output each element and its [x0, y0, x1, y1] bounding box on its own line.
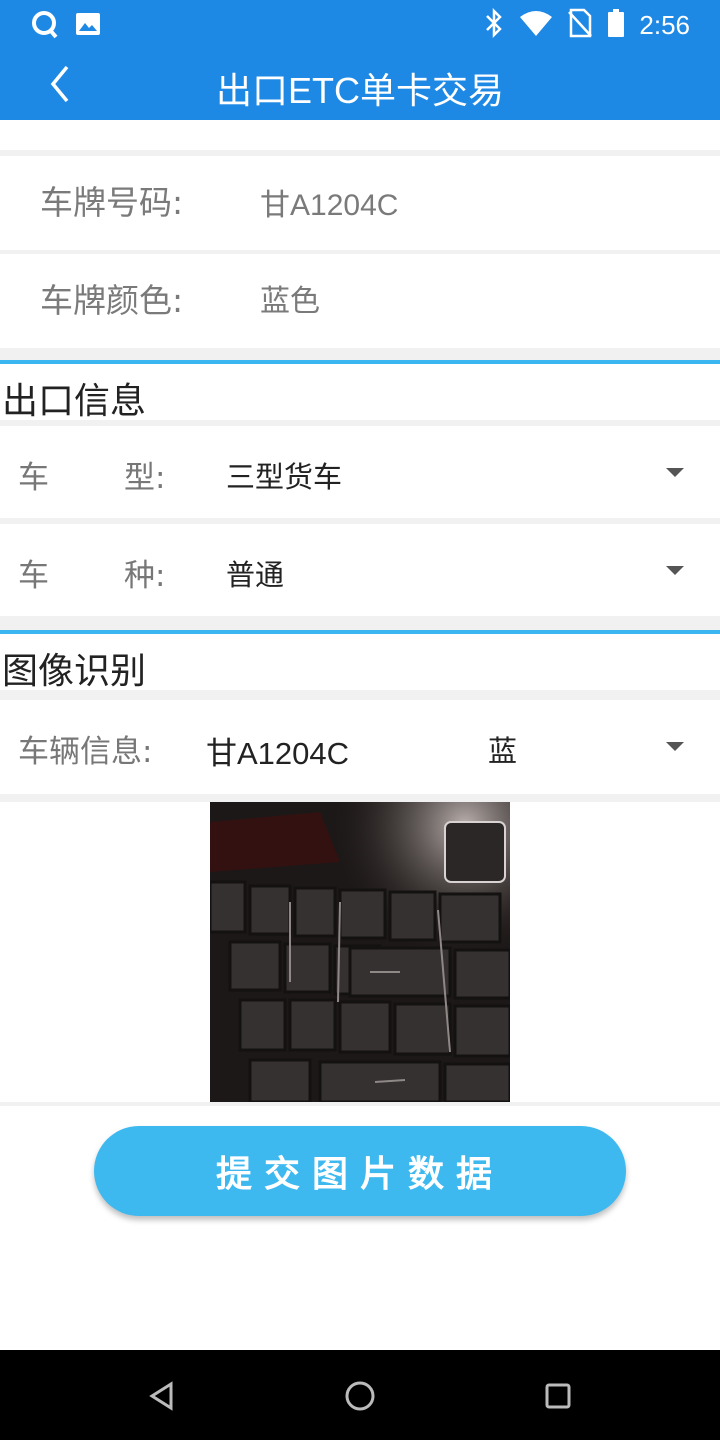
battery-icon: [607, 8, 625, 42]
vehicle-type-label-b: 型:: [124, 460, 166, 496]
divider: [0, 690, 720, 700]
submit-image-data-button[interactable]: 提交图片数据: [94, 1126, 626, 1216]
nav-recents-button[interactable]: [534, 1372, 582, 1420]
vehicle-type-value: 三型货车: [226, 460, 343, 494]
image-icon: [74, 10, 102, 44]
vehicle-type-label-a: 车: [18, 460, 49, 496]
recognized-plate: 甘A1204C: [206, 736, 350, 771]
dropdown-arrow-icon: [666, 742, 684, 751]
dropdown-arrow-icon: [666, 566, 684, 575]
section-divider: [0, 630, 720, 634]
recents-square-icon: [545, 1383, 571, 1409]
bluetooth-icon: [483, 7, 505, 42]
plate-color-value: 蓝色: [260, 285, 320, 318]
nav-home-button[interactable]: [336, 1372, 384, 1420]
vehicle-type-select[interactable]: 车 型: 三型货车: [0, 426, 720, 518]
exit-info-title: 出口信息: [2, 381, 147, 422]
nav-back-button[interactable]: [138, 1372, 186, 1420]
dropdown-arrow-icon: [666, 468, 684, 477]
status-bar: 2:56: [0, 0, 720, 48]
section-divider: [0, 360, 720, 364]
no-sim-icon: [567, 8, 593, 42]
recognized-color: 蓝: [488, 734, 518, 768]
vehicle-kind-value: 普通: [226, 558, 285, 592]
home-circle-icon: [345, 1381, 375, 1411]
vehicle-info-select[interactable]: 车辆信息: 甘A1204C 蓝: [0, 700, 720, 794]
vehicle-kind-label-b: 种:: [124, 558, 166, 594]
vehicle-kind-label-a: 车: [18, 558, 49, 594]
page-title: 出口ETC单卡交易: [215, 70, 504, 111]
plate-number-label: 车牌号码:: [40, 183, 184, 222]
wifi-icon: [519, 9, 553, 41]
vehicle-info-label: 车辆信息:: [18, 734, 153, 770]
app-bar: 出口ETC单卡交易: [0, 48, 720, 120]
divider: [0, 120, 720, 154]
divider: [0, 348, 720, 360]
qq-icon: [30, 10, 60, 44]
divider: [0, 1102, 720, 1106]
captured-photo: [210, 802, 510, 1102]
plate-number-value: 甘A1204C: [260, 189, 399, 222]
status-time: 2:56: [639, 9, 690, 40]
image-recognition-title: 图像识别: [2, 651, 147, 692]
navigation-bar: [0, 1350, 720, 1440]
divider: [0, 794, 720, 802]
divider: [0, 616, 720, 630]
plate-color-label: 车牌颜色:: [40, 281, 184, 320]
plate-number-row: 车牌号码: 甘A1204C: [0, 156, 720, 250]
vehicle-kind-select[interactable]: 车 种: 普通: [0, 524, 720, 616]
plate-color-row: 车牌颜色: 蓝色: [0, 254, 720, 348]
back-triangle-icon: [149, 1381, 173, 1411]
